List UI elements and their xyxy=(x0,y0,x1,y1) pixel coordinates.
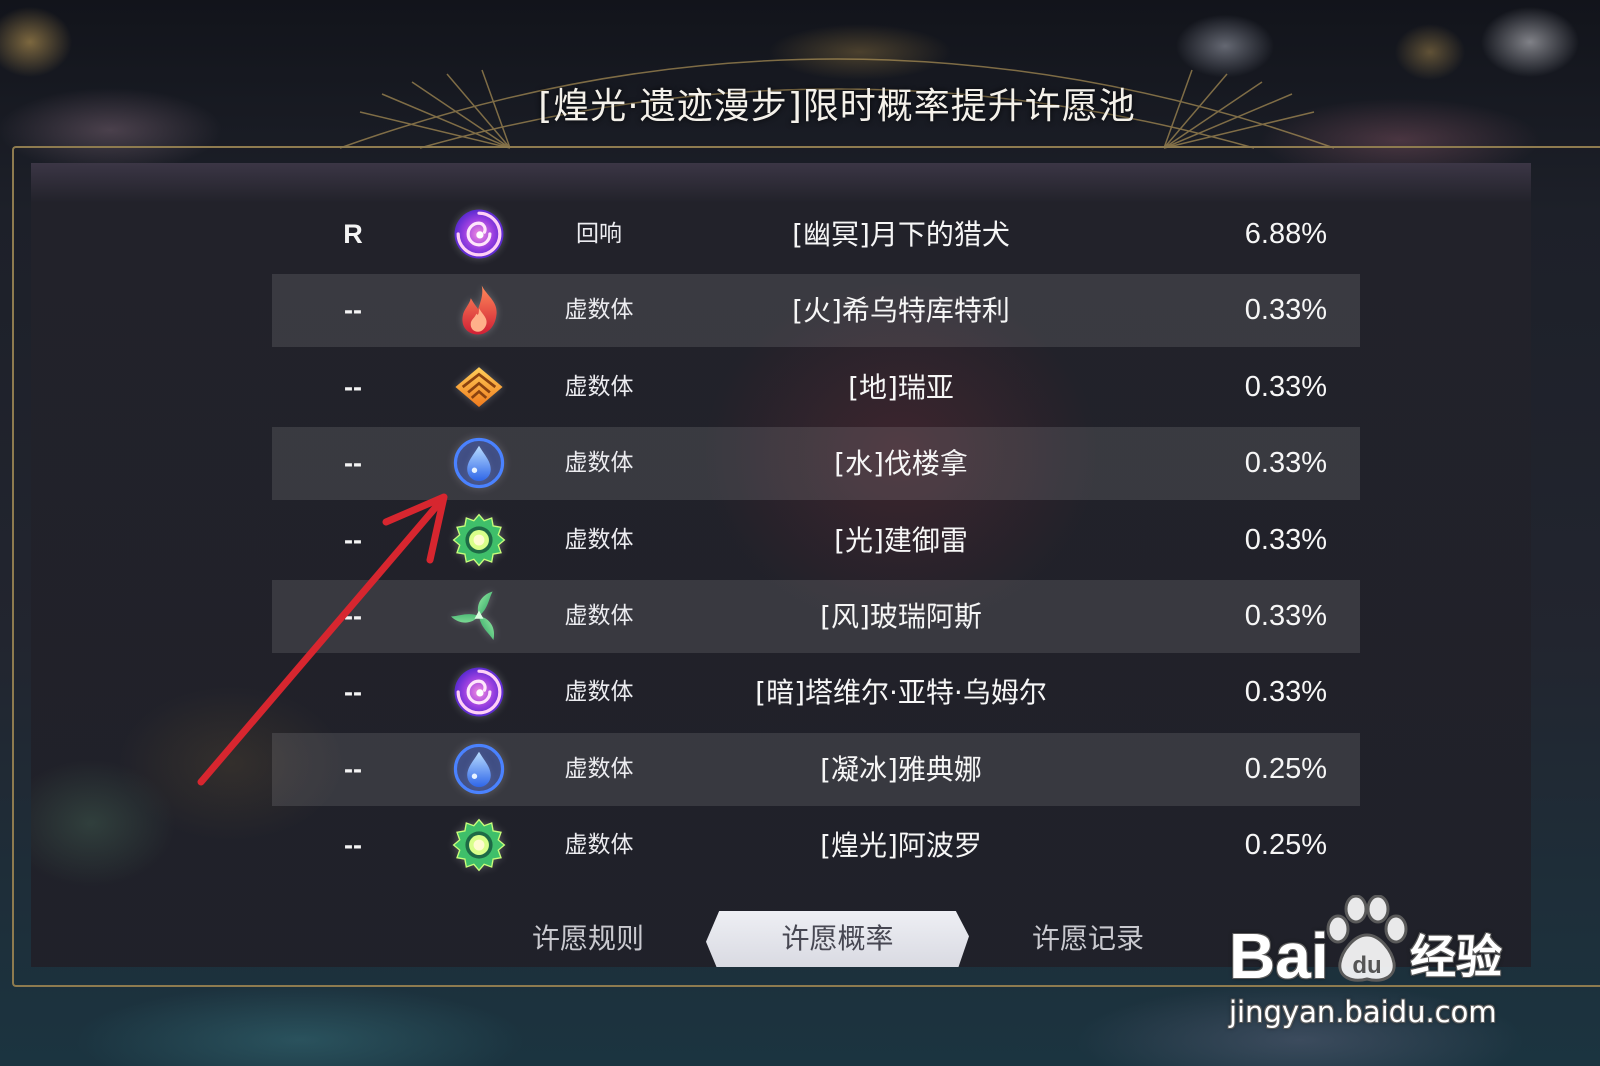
table-row: -- 虚数体 [光]建御雷 0.33% xyxy=(272,504,1360,577)
table-row: -- 虚数体 [煌光]阿波罗 0.25% xyxy=(272,809,1360,882)
table-row: -- 虚数体 [凝冰]雅典娜 0.25% xyxy=(272,732,1360,806)
item-name: [光]建御雷 xyxy=(834,523,968,557)
rank-label: -- xyxy=(344,830,362,861)
tab-wish-probability[interactable]: 许愿概率 xyxy=(706,911,969,967)
rank-label: -- xyxy=(344,371,362,402)
water-element-icon xyxy=(450,740,508,798)
icon-glyph xyxy=(462,286,496,335)
watermark-url: jingyan.baidu.com xyxy=(1229,995,1497,1029)
rank-label: -- xyxy=(344,524,362,555)
table-row: -- 虚数体 [暗]塔维尔·亚特·乌姆尔 0.33% xyxy=(272,656,1360,729)
item-name: [幽冥]月下的猎犬 xyxy=(792,218,1010,251)
tab-label: 许愿规则 xyxy=(531,922,644,955)
light-element-icon xyxy=(450,816,508,874)
watermark-logo-text: Bai xyxy=(1229,920,1329,992)
tab-label: 许愿记录 xyxy=(1031,922,1144,955)
earth-element-icon xyxy=(450,358,508,416)
tab-wish-history[interactable]: 许愿记录 xyxy=(988,911,1188,967)
drop-rate: 0.25% xyxy=(1244,829,1327,862)
drop-rate: 0.33% xyxy=(1244,294,1327,327)
tab-wish-rules[interactable]: 许愿规则 xyxy=(488,911,688,967)
table-row: R 回响 [幽冥]月下的猎犬 6.88% xyxy=(272,198,1360,271)
drop-rate: 0.33% xyxy=(1244,370,1327,403)
rank-label: -- xyxy=(344,448,362,479)
drop-rate: 0.33% xyxy=(1244,447,1327,480)
watermark-paw-text: du xyxy=(1352,952,1381,979)
table-row: -- 虚数体 [地]瑞亚 0.33% xyxy=(272,351,1360,424)
item-name: [火]希乌特库特利 xyxy=(792,294,1010,328)
drop-rate: 0.33% xyxy=(1244,523,1327,556)
item-name: [地]瑞亚 xyxy=(848,370,954,404)
drop-rate: 6.88% xyxy=(1244,218,1327,250)
dark-element-icon xyxy=(450,205,508,263)
table-row: -- 虚数体 [风]玻瑞阿斯 0.33% xyxy=(272,579,1360,653)
light-element-icon xyxy=(450,511,508,569)
baidu-paw-icon: du xyxy=(1326,895,1408,982)
item-name: [凝冰]雅典娜 xyxy=(820,752,982,786)
table-row: -- 虚数体 [水]伐楼拿 0.33% xyxy=(272,427,1360,501)
icon-glyph xyxy=(454,820,505,871)
icon-glyph xyxy=(455,367,502,407)
icon-glyph xyxy=(455,668,504,717)
icon-glyph xyxy=(455,440,502,487)
title-ornament xyxy=(339,58,1335,149)
rank-label: -- xyxy=(344,677,362,708)
water-element-icon xyxy=(450,434,508,492)
icon-glyph xyxy=(454,514,505,565)
table-row: -- 虚数体 [火]希乌特库特利 0.33% xyxy=(272,274,1360,348)
dark-element-icon xyxy=(450,663,508,721)
item-name: [风]玻瑞阿斯 xyxy=(820,599,982,633)
item-name: [暗]塔维尔·亚特·乌姆尔 xyxy=(755,676,1047,710)
drop-rate: 0.33% xyxy=(1244,599,1327,632)
tab-label: 许愿概率 xyxy=(781,922,894,955)
item-name: [煌光]阿波罗 xyxy=(820,829,982,863)
page-title: [煌光·遗迹漫步]限时概率提升许愿池 xyxy=(538,86,1136,127)
rank-label: -- xyxy=(344,753,362,784)
rank-label: -- xyxy=(344,600,362,631)
item-name: [水]伐楼拿 xyxy=(834,447,968,481)
icon-glyph xyxy=(455,210,504,259)
icon-glyph xyxy=(451,591,501,639)
fire-element-icon xyxy=(450,281,508,339)
rank-label: R xyxy=(343,219,363,249)
wind-element-icon xyxy=(450,587,508,645)
probability-table: R 回响 [幽冥]月下的猎犬 6.88% -- 虚数体 [火]希乌特库特利 0.… xyxy=(272,198,1360,886)
drop-rate: 0.33% xyxy=(1244,676,1327,709)
rank-label: -- xyxy=(344,295,362,326)
watermark-brand: 经验 xyxy=(1410,930,1502,984)
drop-rate: 0.25% xyxy=(1244,752,1327,785)
icon-glyph xyxy=(455,745,502,792)
